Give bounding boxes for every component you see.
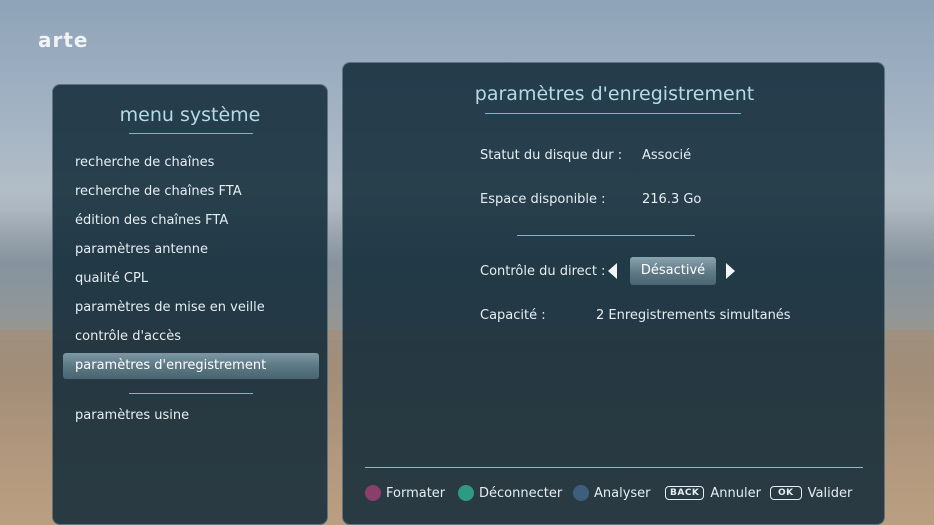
menu-divider (129, 393, 253, 394)
disk-status-label: Statut du disque dur : (480, 148, 623, 163)
capacity-value: 2 Enregistrements simultanés (596, 308, 791, 323)
menu-item-fta-channel-search[interactable]: recherche de chaînes FTA (75, 184, 242, 199)
free-space-label: Espace disponible : (480, 192, 606, 207)
analyze-label: Analyser (594, 485, 651, 501)
live-control-toggle[interactable]: Désactivé (630, 257, 716, 285)
green-button-icon (458, 485, 474, 501)
free-space-value: 216.3 Go (642, 192, 702, 207)
menu-item-fta-channel-edit[interactable]: édition des chaînes FTA (75, 213, 228, 228)
disconnect-label: Déconnecter (479, 485, 563, 501)
arrow-right-icon[interactable] (726, 263, 735, 279)
disk-status-value: Associé (642, 148, 692, 163)
format-action[interactable]: Formater (365, 483, 445, 503)
menu-item-channel-search[interactable]: recherche de chaînes (75, 155, 214, 170)
ok-key-icon: OK (770, 486, 802, 500)
menu-item-antenna-settings[interactable]: paramètres antenne (75, 242, 208, 257)
cancel-action[interactable]: BACK Annuler (665, 483, 761, 503)
menu-item-recording-settings[interactable]: paramètres d'enregistrement (63, 353, 319, 379)
menu-item-cpl-quality[interactable]: qualité CPL (75, 271, 148, 286)
menu-item-standby-settings[interactable]: paramètres de mise en veille (75, 300, 265, 315)
system-menu-title-underline (129, 133, 253, 134)
arrow-left-icon[interactable] (608, 263, 617, 279)
recording-settings-title-underline (485, 113, 741, 114)
purple-button-icon (365, 485, 381, 501)
menu-item-access-control[interactable]: contrôle d'accès (75, 329, 181, 344)
validate-label: Valider (807, 485, 853, 501)
validate-action[interactable]: OK Valider (770, 483, 852, 503)
back-key-icon: BACK (665, 486, 705, 500)
system-menu-panel: menu système recherche de chaînes recher… (52, 84, 328, 525)
menu-item-factory-settings[interactable]: paramètres usine (75, 408, 189, 423)
disconnect-action[interactable]: Déconnecter (458, 483, 562, 503)
capacity-label: Capacité : (480, 308, 546, 323)
channel-logo: arte (38, 28, 89, 52)
format-label: Formater (386, 485, 446, 501)
blue-button-icon (573, 485, 589, 501)
live-control-label: Contrôle du direct : (480, 264, 606, 279)
footer-divider (365, 467, 863, 468)
analyze-action[interactable]: Analyser (573, 483, 651, 503)
recording-settings-panel: paramètres d'enregistrement Statut du di… (342, 62, 885, 525)
system-menu-title: menu système (119, 104, 261, 126)
settings-divider (517, 235, 695, 236)
cancel-label: Annuler (710, 485, 761, 501)
recording-settings-title: paramètres d'enregistrement (474, 83, 755, 105)
